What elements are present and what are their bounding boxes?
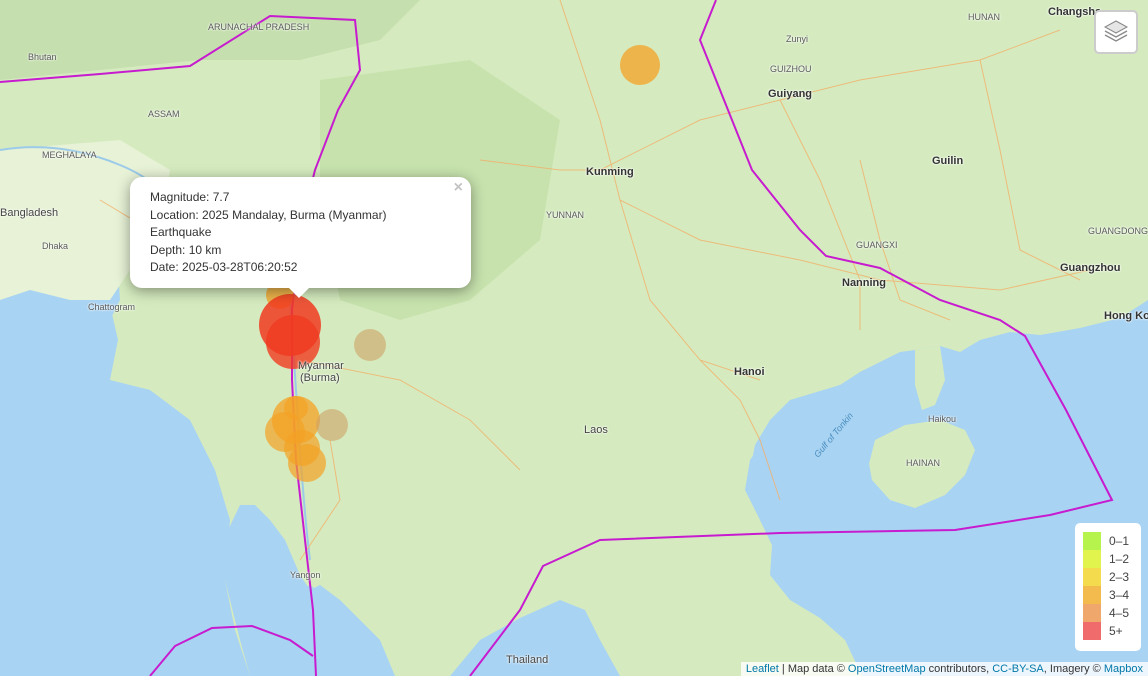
label-hunan: HUNAN [968,12,1001,22]
label-hanoi: Hanoi [734,366,765,378]
popup-tip [288,287,310,298]
map-container[interactable]: Bangladesh Dhaka Chattogram Bhutan ASSAM… [0,0,1148,676]
label-chattogram: Chattogram [88,302,136,312]
legend-label: 4–5 [1109,606,1130,620]
attribution-text-1: | Map data © [778,663,848,675]
label-guangxi: GUANGXI [856,240,898,250]
legend-label: 1–2 [1109,552,1130,566]
label-guangdong: GUANGDONG [1088,226,1148,236]
legend-swatch [1083,568,1101,586]
label-meghalaya: MEGHALAYA [42,150,97,160]
quake-marker-east [316,409,348,441]
base-map [0,0,1148,676]
label-thailand: Thailand [506,654,549,666]
label-hong-kong: Hong Kong [1104,310,1148,322]
label-guiyang: Guiyang [768,88,813,100]
legend-swatch [1083,532,1101,550]
label-kunming: Kunming [586,166,634,178]
legend-swatch [1083,622,1101,640]
legend-swatch [1083,550,1101,568]
quake-marker-south-5 [284,396,308,420]
magnitude-legend: 0–1 1–2 2–3 3–4 4–5 5+ [1075,523,1141,651]
quake-marker-zhaotong [620,45,660,85]
legend-row: 2–3 [1083,568,1133,586]
close-icon[interactable]: × [454,179,463,197]
label-myanmar-sub: (Burma) [300,372,340,384]
legend-row: 3–4 [1083,586,1133,604]
attribution-text-2: contributors, [925,663,993,675]
legend-swatch [1083,604,1101,622]
leaflet-link[interactable]: Leaflet [746,663,779,675]
legend-label: 5+ [1109,624,1123,638]
label-guizhou: GUIZHOU [770,64,812,74]
popup-magnitude: Magnitude: 7.7 [150,190,230,204]
legend-row: 0–1 [1083,532,1133,550]
popup-location-cont: Earthquake [150,225,212,239]
label-assam: ASSAM [148,109,180,119]
legend-label: 3–4 [1109,588,1130,602]
earthquake-popup: × Magnitude: 7.7 Location: 2025 Mandalay… [130,177,471,298]
label-yangon: Yangon [290,570,321,580]
layers-control-button[interactable] [1094,10,1138,54]
osm-link[interactable]: OpenStreetMap [848,663,926,675]
quake-marker-south-4 [288,444,326,482]
label-dhaka: Dhaka [42,241,69,251]
mapbox-link[interactable]: Mapbox [1104,663,1143,675]
quake-marker-shan [354,329,386,361]
label-haikou: Haikou [928,414,957,424]
label-guangzhou: Guangzhou [1060,262,1121,274]
label-guilin: Guilin [932,155,964,167]
legend-label: 2–3 [1109,570,1130,584]
legend-row: 1–2 [1083,550,1133,568]
label-bhutan: Bhutan [28,52,57,62]
legend-row: 4–5 [1083,604,1133,622]
legend-row: 5+ [1083,622,1133,640]
layers-icon [1103,17,1129,48]
popup-location: Location: 2025 Mandalay, Burma (Myanmar) [150,207,387,222]
popup-depth: Depth: 10 km [150,242,222,257]
cc-by-sa-link[interactable]: CC-BY-SA [992,663,1044,675]
popup-date: Date: 2025-03-28T06:20:52 [150,260,298,274]
legend-swatch [1083,586,1101,604]
label-zunyi: Zunyi [786,34,809,44]
label-myanmar: Myanmar [298,360,344,372]
label-arunachal: ARUNACHAL PRADESH [208,22,310,32]
label-nanning: Nanning [842,277,886,289]
label-hainan: HAINAN [906,458,941,468]
label-yunnan: YUNNAN [546,210,585,220]
attribution-text-3: , Imagery © [1043,663,1104,675]
label-laos: Laos [584,424,608,436]
label-bangladesh: Bangladesh [0,207,59,219]
map-attribution: Leaflet | Map data © OpenStreetMap contr… [740,662,1148,676]
legend-label: 0–1 [1109,534,1130,548]
